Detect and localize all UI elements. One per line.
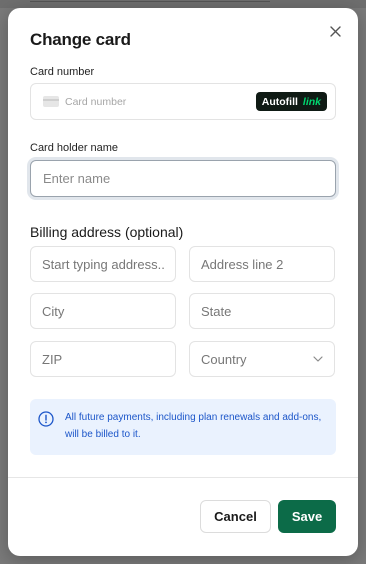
- zip-input[interactable]: [30, 341, 176, 377]
- background-content: [30, 0, 270, 2]
- card-number-label: Card number: [30, 66, 95, 78]
- cancel-button[interactable]: Cancel: [200, 500, 271, 533]
- autofill-label: Autofill: [261, 95, 298, 108]
- save-button[interactable]: Save: [278, 500, 336, 533]
- page-backdrop: [0, 0, 366, 8]
- close-button[interactable]: [326, 22, 344, 40]
- credit-card-icon: [43, 96, 59, 107]
- link-brand-logo: link: [302, 95, 321, 108]
- card-holder-label: Card holder name: [30, 142, 119, 154]
- notice-text: All future payments, including plan rene…: [65, 412, 322, 440]
- close-icon: [329, 25, 341, 37]
- city-input[interactable]: [30, 293, 176, 329]
- country-select-value: Country: [201, 351, 247, 367]
- footer-divider: [8, 477, 358, 478]
- change-card-dialog: Change card Card number Card number Auto…: [8, 8, 358, 556]
- address-line2-input[interactable]: [189, 246, 335, 282]
- street-address-input[interactable]: [30, 246, 176, 282]
- country-select[interactable]: Country: [189, 341, 335, 377]
- dialog-title: Change card: [30, 30, 131, 49]
- card-number-placeholder: Card number: [65, 95, 127, 108]
- card-number-field[interactable]: Card number Autofill link: [30, 83, 336, 120]
- state-input[interactable]: [189, 293, 335, 329]
- billing-notice: All future payments, including plan rene…: [30, 399, 336, 455]
- chevron-down-icon: [313, 356, 323, 362]
- autofill-link-button[interactable]: Autofill link: [255, 92, 327, 111]
- card-holder-name-input[interactable]: [30, 160, 336, 197]
- info-icon: [38, 411, 54, 427]
- billing-section-title: Billing address (optional): [30, 224, 184, 240]
